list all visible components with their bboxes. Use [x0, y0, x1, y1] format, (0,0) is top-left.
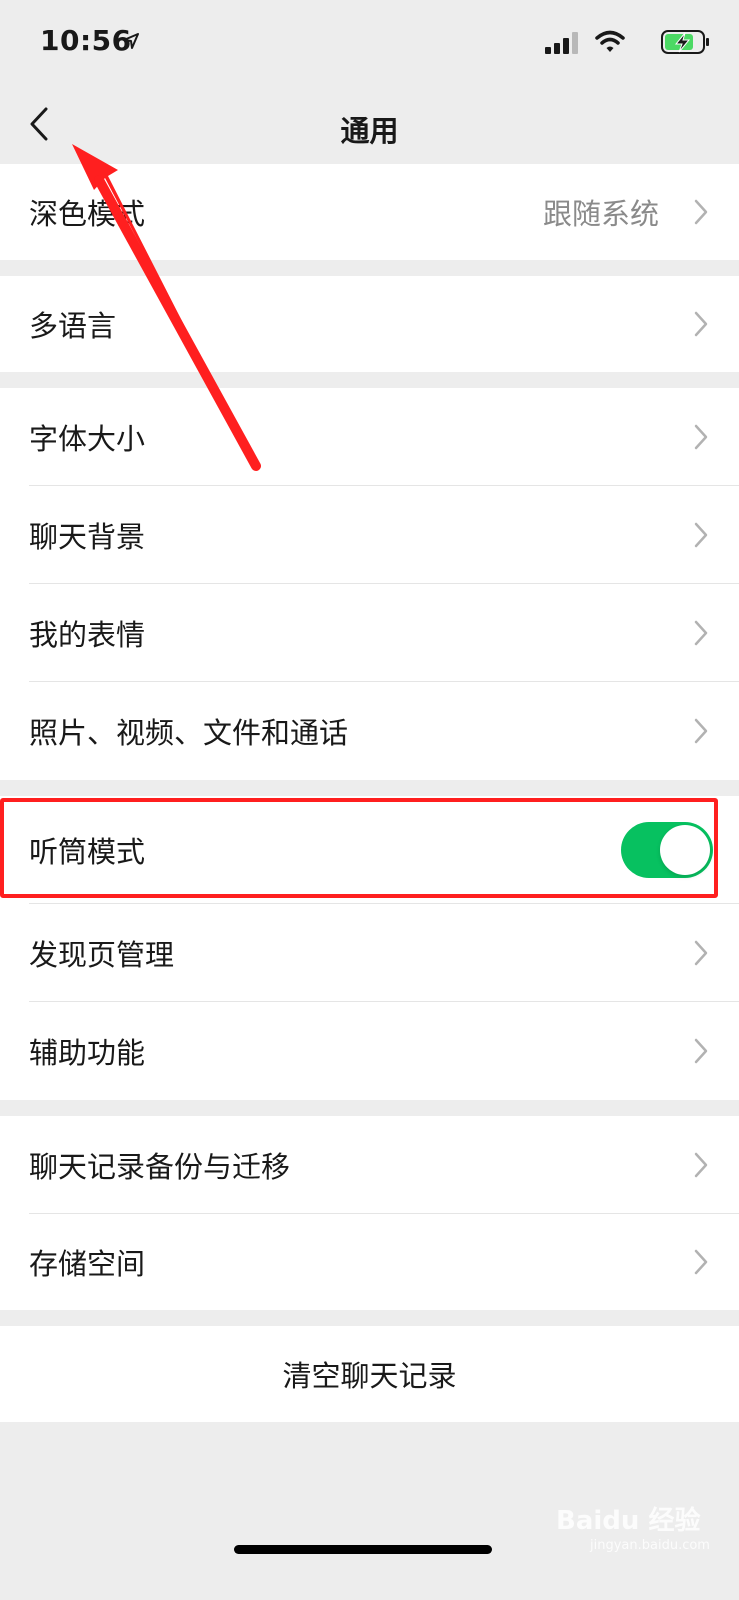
chevron-right-icon — [694, 940, 708, 966]
home-indicator — [234, 1545, 492, 1554]
chevron-right-icon — [694, 311, 708, 337]
baidu-watermark-url: jingyan.baidu.com — [590, 1538, 710, 1553]
chevron-right-icon — [694, 522, 708, 548]
page-title: 通用 — [340, 114, 399, 148]
chevron-right-icon — [694, 1249, 708, 1275]
cellular-signal-icon — [545, 32, 578, 54]
settings-row-font-size[interactable]: 字体大小 — [0, 388, 739, 486]
chevron-right-icon — [694, 718, 708, 744]
chevron-right-icon — [694, 1038, 708, 1064]
wifi-icon — [595, 30, 625, 52]
row-label: 辅助功能 — [29, 1036, 146, 1070]
chevron-right-icon — [694, 424, 708, 450]
row-label: 存储空间 — [29, 1247, 146, 1281]
row-label: 字体大小 — [29, 422, 146, 456]
status-bar: 10:56 — [0, 0, 739, 88]
settings-row-dark-mode[interactable]: 深色模式 跟随系统 — [0, 164, 739, 260]
settings-row-accessibility[interactable]: 辅助功能 — [0, 1002, 739, 1100]
chevron-right-icon — [694, 1152, 708, 1178]
battery-charging-icon — [661, 30, 709, 54]
nav-bar: 通用 — [0, 88, 739, 164]
location-arrow-icon — [123, 33, 139, 49]
row-label: 我的表情 — [29, 618, 146, 652]
annotation-highlight-box — [0, 798, 718, 898]
chevron-right-icon — [694, 620, 708, 646]
row-label: 发现页管理 — [29, 938, 175, 972]
status-time: 10:56 — [40, 24, 132, 57]
chevron-right-icon — [694, 199, 708, 225]
clear-chat-history-label: 清空聊天记录 — [282, 1359, 457, 1393]
settings-row-my-stickers[interactable]: 我的表情 — [0, 584, 739, 682]
settings-row-discover-management[interactable]: 发现页管理 — [0, 904, 739, 1002]
settings-row-chat-background[interactable]: 聊天背景 — [0, 486, 739, 584]
row-label: 聊天记录备份与迁移 — [29, 1150, 291, 1184]
row-label: 多语言 — [29, 309, 117, 343]
settings-row-language[interactable]: 多语言 — [0, 276, 739, 372]
row-label: 聊天背景 — [29, 520, 146, 554]
settings-row-storage[interactable]: 存储空间 — [0, 1214, 739, 1310]
baidu-watermark: Baidu 经验 — [556, 1506, 701, 1536]
row-label: 深色模式 — [29, 197, 146, 231]
settings-row-media-files[interactable]: 照片、视频、文件和通话 — [0, 682, 739, 780]
settings-row-chat-backup[interactable]: 聊天记录备份与迁移 — [0, 1116, 739, 1214]
row-value: 跟随系统 — [542, 197, 659, 231]
clear-chat-history-button[interactable]: 清空聊天记录 — [0, 1326, 739, 1422]
row-label: 照片、视频、文件和通话 — [29, 716, 349, 750]
